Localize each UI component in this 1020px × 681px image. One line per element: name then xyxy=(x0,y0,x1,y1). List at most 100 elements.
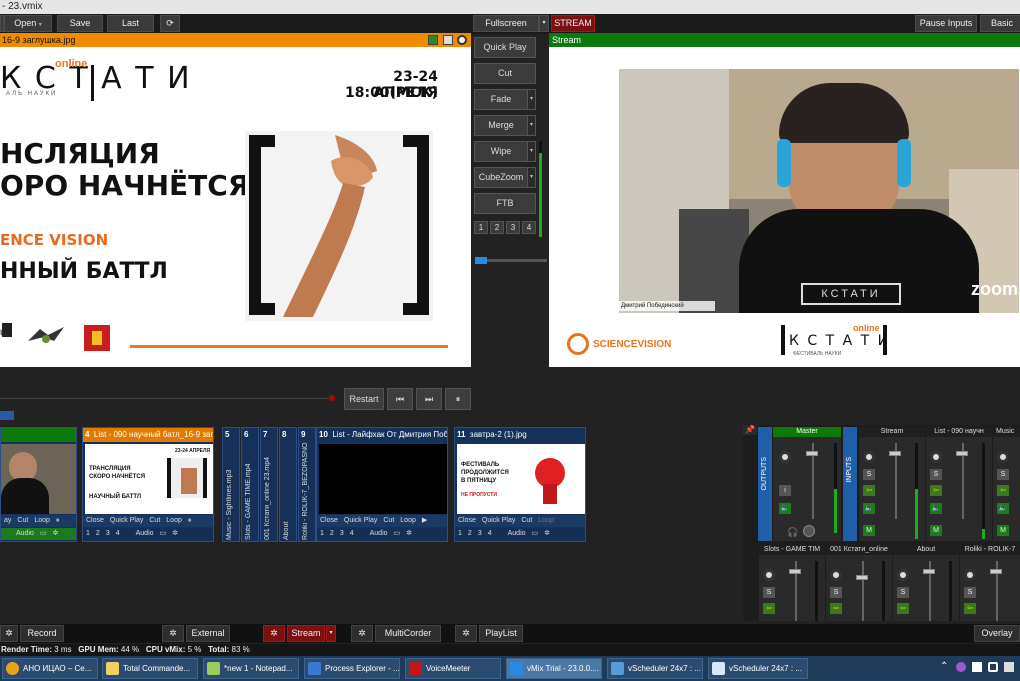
color-icon[interactable] xyxy=(428,35,438,45)
transition-1-button[interactable]: 1 xyxy=(474,221,488,234)
merge-dropdown[interactable]: ▾ xyxy=(527,115,536,136)
tile-overlay-3[interactable]: 3 xyxy=(475,528,485,540)
tile-overlay-1[interactable]: 1 xyxy=(83,528,93,540)
gear-icon[interactable] xyxy=(457,35,467,45)
headphones-icon[interactable]: 🎧 xyxy=(787,527,798,538)
pause-icon[interactable]: ⏸ xyxy=(53,515,63,527)
overlay-button[interactable]: Overlay xyxy=(974,625,1020,642)
gear-icon[interactable] xyxy=(779,451,791,463)
pin-icon[interactable]: 📌 xyxy=(743,425,757,435)
arrow-left-icon[interactable]: ⇦ xyxy=(763,603,775,614)
tile-control-ay[interactable]: ay xyxy=(1,515,14,527)
solo-button[interactable]: S xyxy=(863,469,875,480)
taskbar-item-vscheduler-2[interactable]: vScheduler 24x7 : ... xyxy=(708,658,808,679)
gear-icon[interactable] xyxy=(763,569,775,581)
gear-icon[interactable]: ✲ xyxy=(403,528,415,540)
tile-quick-play-button[interactable]: Quick Play xyxy=(341,515,380,527)
tile-overlay-1[interactable]: 1 xyxy=(317,528,327,540)
tile-loop-button[interactable]: Loop xyxy=(535,515,557,527)
tile-close-button[interactable]: Close xyxy=(317,515,341,527)
taskbar-item-notepad[interactable]: *new 1 - Notepad... xyxy=(203,658,299,679)
monitor-icon[interactable]: ▭ xyxy=(391,528,404,540)
tile-overlay-2[interactable]: 2 xyxy=(93,528,103,540)
gear-icon[interactable]: ✲ xyxy=(169,528,181,540)
solo-button[interactable]: S xyxy=(897,587,909,598)
tile-overlay-4[interactable]: 4 xyxy=(485,528,495,540)
skip-forward-button[interactable]: ⏭ xyxy=(416,388,442,410)
tray-app-icon[interactable] xyxy=(956,662,966,672)
ftb-button[interactable]: FTB xyxy=(474,193,536,214)
outputs-tab[interactable]: OUTPUTS xyxy=(758,427,772,541)
fader[interactable] xyxy=(956,451,968,456)
tile-overlay-2[interactable]: 2 xyxy=(327,528,337,540)
tile-audio-button[interactable]: Audio xyxy=(367,528,391,540)
monitor-icon[interactable]: ▭ xyxy=(37,528,50,540)
headphone-volume-knob[interactable] xyxy=(803,525,815,537)
taskbar-item-chrome[interactable]: АНО ИЦАО – Се... xyxy=(2,658,98,679)
input-tile-8[interactable]: 8 About xyxy=(279,427,297,542)
tile-overlay-2[interactable]: 2 xyxy=(465,528,475,540)
wipe-dropdown[interactable]: ▾ xyxy=(527,141,536,162)
monitor-icon[interactable]: ▭ xyxy=(157,528,170,540)
stream-settings-button[interactable]: ✲ xyxy=(263,625,285,642)
stream-dropdown[interactable]: ▾ xyxy=(326,625,336,642)
transition-3-button[interactable]: 3 xyxy=(506,221,520,234)
open-button[interactable]: Open ▾ xyxy=(4,15,52,32)
gear-icon[interactable] xyxy=(964,569,976,581)
taskbar-item-vmix[interactable]: vMix Trial - 23.0.0.... xyxy=(506,658,602,679)
arrow-left-icon[interactable]: ⇦ xyxy=(830,603,842,614)
wipe-button[interactable]: Wipe xyxy=(474,141,528,162)
input-tile-4[interactable]: 4 List - 090 научный батл_16-9 заглуш 23… xyxy=(82,427,214,542)
speaker-icon[interactable]: 🔈 xyxy=(779,503,791,514)
taskbar-item-total-commander[interactable]: Total Commande... xyxy=(102,658,198,679)
restart-button[interactable]: Restart xyxy=(344,388,384,410)
playback-track[interactable] xyxy=(0,398,332,399)
tile-close-button[interactable]: Close xyxy=(455,515,479,527)
pause-icon[interactable]: ⏸ xyxy=(185,515,195,527)
pause-inputs-button[interactable]: Pause Inputs xyxy=(915,15,977,32)
playhead[interactable] xyxy=(329,395,335,401)
transition-2-button[interactable]: 2 xyxy=(490,221,504,234)
network-icon[interactable] xyxy=(972,662,982,672)
playlist-button[interactable]: PlayList xyxy=(479,625,523,642)
solo-button[interactable]: S xyxy=(763,587,775,598)
arrow-left-icon[interactable]: ⇦ xyxy=(964,603,976,614)
solo-button[interactable]: S xyxy=(930,469,942,480)
speaker-icon[interactable]: 🔈 xyxy=(997,503,1009,514)
fader[interactable] xyxy=(923,569,935,574)
record-settings-button[interactable]: ✲ xyxy=(0,625,18,642)
quick-play-button[interactable]: Quick Play xyxy=(474,37,536,58)
tile-cut-button[interactable]: Cut xyxy=(146,515,163,527)
last-button[interactable]: Last xyxy=(107,15,154,32)
info-button[interactable]: i xyxy=(779,485,791,496)
cut-button[interactable]: Cut xyxy=(474,63,536,84)
solo-button[interactable]: S xyxy=(964,587,976,598)
multicorder-button[interactable]: MultiCorder xyxy=(375,625,441,642)
fullscreen-button[interactable]: Fullscreen xyxy=(473,15,539,32)
external-settings-button[interactable]: ✲ xyxy=(162,625,184,642)
gear-icon[interactable] xyxy=(897,569,909,581)
cubezoom-button[interactable]: CubeZoom xyxy=(474,167,528,188)
merge-button[interactable]: Merge xyxy=(474,115,528,136)
fader[interactable] xyxy=(789,569,801,574)
chevron-up-icon[interactable]: ⌃ xyxy=(940,661,948,672)
fader[interactable] xyxy=(889,451,901,456)
input-tile-6[interactable]: 6 Slots - GAME TIME.mp4 xyxy=(241,427,259,542)
tile-cut-button[interactable]: Cut xyxy=(380,515,397,527)
save-button[interactable]: Save xyxy=(57,15,103,32)
input-tile-9[interactable]: 9 Roliki - ROLIK-7_BEZOPASNO xyxy=(298,427,316,542)
master-fader[interactable] xyxy=(806,451,818,456)
tile-control-loop[interactable]: Loop xyxy=(31,515,53,527)
fade-dropdown[interactable]: ▾ xyxy=(527,89,536,110)
tile-overlay-3[interactable]: 3 xyxy=(103,528,113,540)
gear-icon[interactable] xyxy=(830,569,842,581)
tile-overlay-4[interactable]: 4 xyxy=(347,528,357,540)
tile-control-cut[interactable]: Cut xyxy=(14,515,31,527)
master-bus-button[interactable]: M xyxy=(863,525,875,536)
inputs-tab[interactable]: INPUTS xyxy=(843,427,857,541)
tile-overlay-4[interactable]: 4 xyxy=(113,528,123,540)
refresh-button[interactable]: ⟳ xyxy=(160,15,180,32)
tile-audio-button[interactable]: Audio xyxy=(13,528,37,540)
fader[interactable] xyxy=(990,569,1002,574)
input-tile-7[interactable]: 7 001 Кстати_online 23.mp4 xyxy=(260,427,278,542)
